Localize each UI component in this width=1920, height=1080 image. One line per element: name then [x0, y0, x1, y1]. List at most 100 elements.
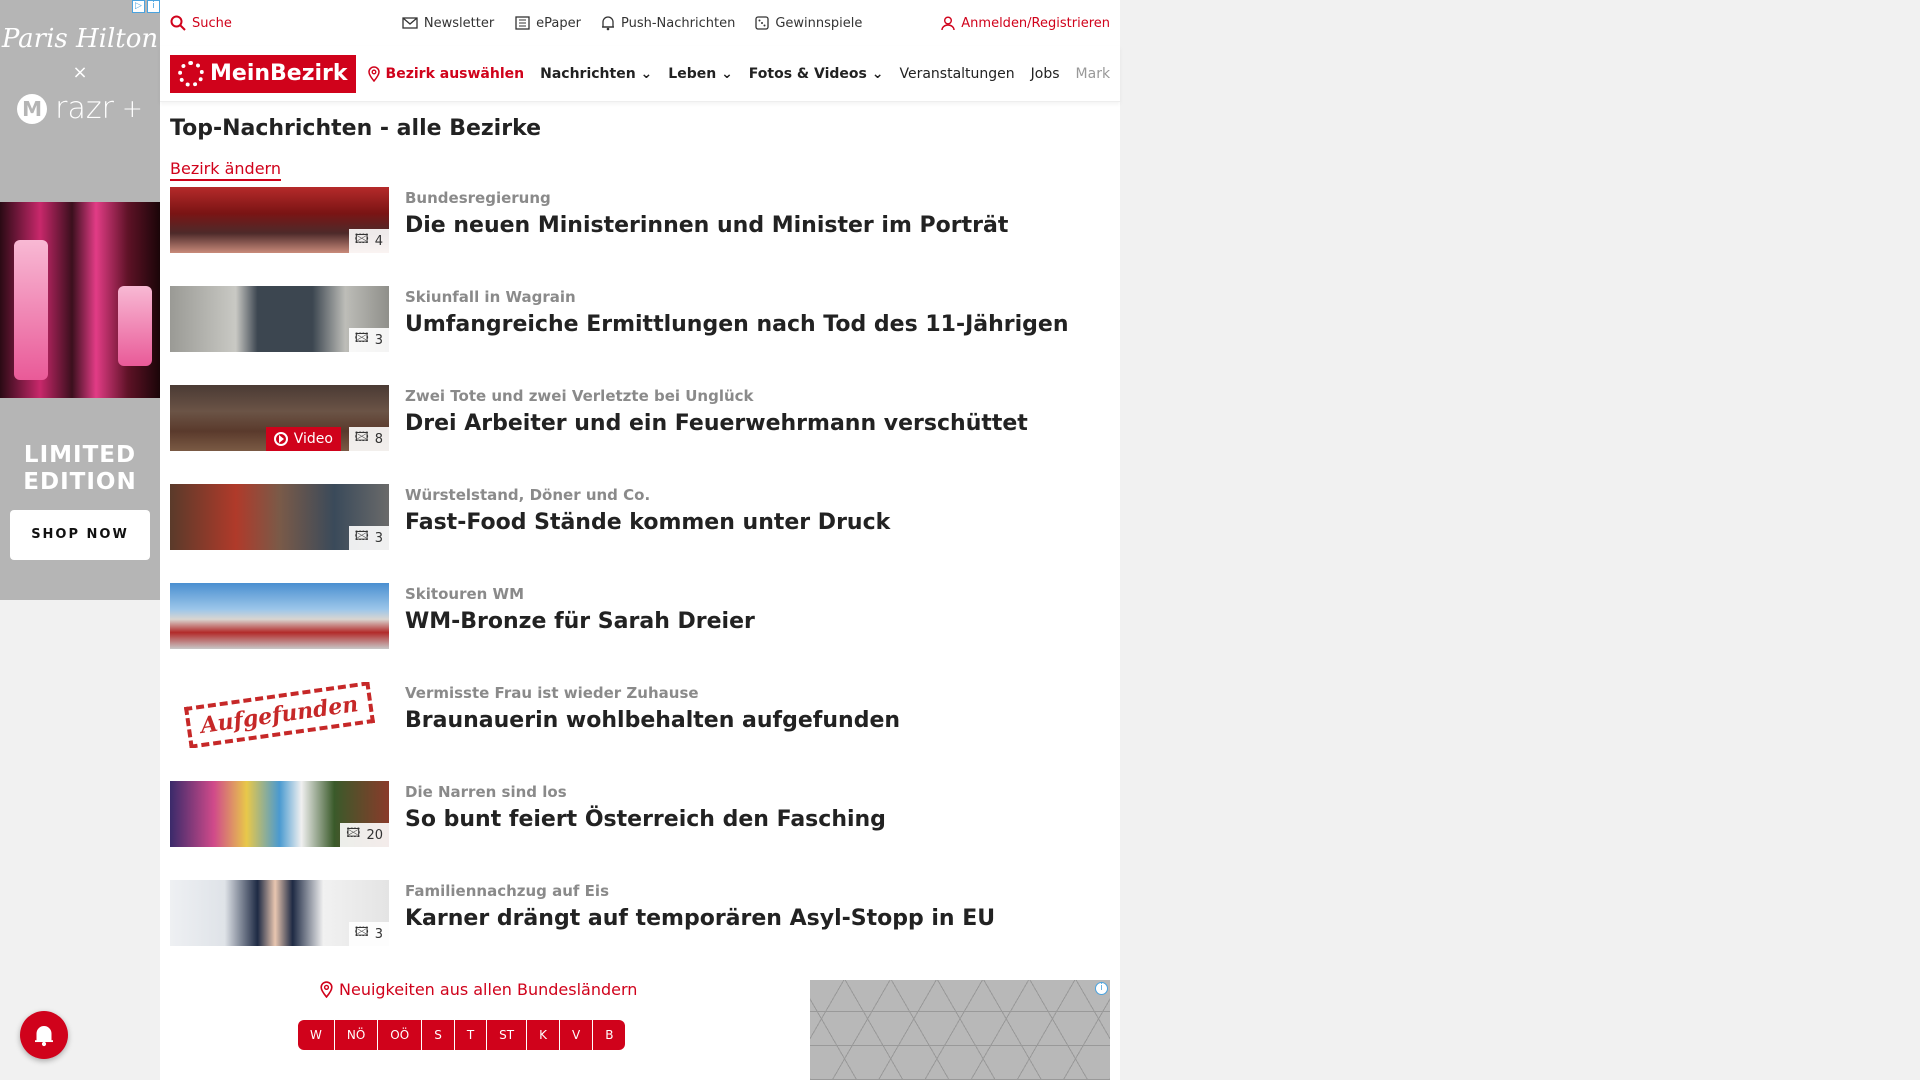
- article-thumbnail[interactable]: Video 🖾 8: [170, 385, 389, 451]
- newsletter-label: Newsletter: [423, 15, 495, 31]
- article-item[interactable]: Aufgefunden Vermisste Frau ist wieder Zu…: [170, 682, 1110, 781]
- page-title: Top-Nachrichten - alle Bezirke: [170, 116, 542, 141]
- article-thumbnail[interactable]: 🖾 20: [170, 781, 389, 847]
- ad-pattern: [810, 980, 1110, 1080]
- login-link[interactable]: Anmelden/Registrieren: [941, 16, 1110, 31]
- ad-info-icon[interactable]: i: [147, 0, 160, 13]
- bezirk-select-button[interactable]: Bezirk auswählen: [367, 65, 525, 82]
- push-link[interactable]: Push-Nachrichten: [601, 15, 735, 31]
- article-kicker: Familiennachzug auf Eis: [405, 882, 610, 900]
- article-headline[interactable]: Karner drängt auf temporären Asyl-Stopp …: [405, 906, 995, 931]
- bezirk-select-label: Bezirk auswählen: [385, 65, 525, 82]
- newsletter-link[interactable]: Newsletter: [402, 15, 494, 31]
- image-count: 8: [374, 431, 383, 447]
- article-item[interactable]: Skitouren WM WM-Bronze für Sarah Dreier: [170, 583, 1110, 682]
- article-thumbnail[interactable]: Aufgefunden: [170, 682, 389, 748]
- article-kicker: Zwei Tote und zwei Verletzte bei Unglück: [405, 387, 754, 405]
- bundeslaender-label: Neuigkeiten aus allen Bundesländern: [339, 980, 638, 999]
- nav-item-veranstaltungen[interactable]: Veranstaltungen: [899, 66, 1014, 82]
- article-item[interactable]: 🖾 4 Bundesregierung Die neuen Ministerinn…: [170, 187, 1110, 286]
- article-item[interactable]: 🖾 3 Würstelstand, Döner und Co. Fast-Food…: [170, 484, 1110, 583]
- article-kicker: Die Narren sind los: [405, 783, 567, 801]
- logo-text: MeinBezirk: [210, 61, 348, 86]
- state-button-ooe[interactable]: OÖ: [378, 1020, 423, 1050]
- article-kicker: Skitouren WM: [405, 585, 525, 603]
- ad-choices[interactable]: ▷ i: [132, 0, 160, 13]
- gallery-icon: 🖾: [354, 430, 369, 445]
- state-button-b[interactable]: B: [593, 1020, 626, 1050]
- article-thumbnail[interactable]: 🖾 3: [170, 880, 389, 946]
- search-button[interactable]: Suche: [170, 15, 232, 31]
- article-item[interactable]: Video 🖾 8 Zwei Tote und zwei Verletzte be…: [170, 385, 1110, 484]
- video-label: Video: [293, 431, 333, 447]
- site-logo[interactable]: MeinBezirk: [170, 54, 356, 93]
- article-item[interactable]: 🖾 3 Skiunfall in Wagrain Umfangreiche Erm…: [170, 286, 1110, 385]
- ad-choices-icon[interactable]: ▷: [132, 0, 145, 13]
- change-bezirk-link[interactable]: Bezirk ändern: [170, 159, 281, 181]
- newspaper-icon: [515, 16, 530, 30]
- gewinnspiele-link[interactable]: Gewinnspiele: [755, 15, 862, 31]
- video-badge: Video: [265, 427, 341, 451]
- nav-label: Fotos & Videos: [748, 65, 867, 82]
- article-headline[interactable]: WM-Bronze für Sarah Dreier: [405, 609, 755, 634]
- epaper-link[interactable]: ePaper: [514, 15, 581, 31]
- image-count-badge: 🖾 3: [348, 526, 389, 550]
- article-item[interactable]: 🖾 3 Familiennachzug auf Eis Karner drängt…: [170, 880, 1110, 979]
- article-thumbnail[interactable]: 🖾 3: [170, 286, 389, 352]
- left-ad[interactable]: ▷ i Paris Hilton × M razr + LIMITED EDITIO…: [0, 0, 160, 600]
- main-column: Suche Newsletter ePaper Push-Nachrichten…: [160, 0, 1120, 1080]
- state-button-noe[interactable]: NÖ: [334, 1020, 379, 1050]
- ad-info-icon[interactable]: i: [1095, 982, 1108, 995]
- right-ad[interactable]: i: [810, 980, 1110, 1080]
- image-count: 20: [366, 827, 383, 843]
- article-thumbnail[interactable]: [170, 583, 389, 649]
- article-headline[interactable]: Die neuen Ministerinnen und Minister im …: [405, 213, 1008, 238]
- nav-item-fotos-videos[interactable]: Fotos & Videos ⌄: [749, 66, 884, 82]
- logo-sun-icon: [178, 60, 204, 87]
- chevron-down-icon: ⌄: [721, 65, 733, 82]
- image-count-badge: 🖾 4: [348, 229, 389, 253]
- location-pin-icon: [320, 981, 333, 998]
- article-kicker: Bundesregierung: [405, 189, 551, 207]
- article-thumbnail[interactable]: 🖾 3: [170, 484, 389, 550]
- image-count-badge: 🖾 20: [340, 823, 389, 847]
- image-count: 4: [374, 233, 383, 249]
- gallery-icon: 🖾: [354, 529, 369, 544]
- image-count-badge: 🖾 8: [348, 427, 389, 451]
- ad-top-panel: ▷ i Paris Hilton × M razr +: [0, 0, 160, 202]
- gallery-icon: 🖾: [346, 826, 361, 841]
- gallery-icon: 🖾: [354, 232, 369, 247]
- nav-item-leben[interactable]: Leben ⌄: [668, 66, 733, 82]
- chevron-down-icon: ⌄: [871, 65, 884, 82]
- article-thumbnail[interactable]: 🖾 4: [170, 187, 389, 253]
- search-icon: [170, 15, 186, 31]
- login-label: Anmelden/Registrieren: [961, 15, 1110, 31]
- ad-brand: M razr +: [0, 91, 160, 126]
- nav-item-marktplatz[interactable]: Marktplatz: [1076, 66, 1110, 82]
- utility-bar: Suche Newsletter ePaper Push-Nachrichten…: [160, 0, 1120, 46]
- article-headline[interactable]: Drei Arbeiter und ein Feuerwehrmann vers…: [405, 411, 1028, 436]
- nav-item-jobs[interactable]: Jobs: [1031, 66, 1060, 82]
- user-icon: [941, 16, 955, 30]
- image-count-badge: 🖾 3: [348, 328, 389, 352]
- bundeslaender-heading[interactable]: Neuigkeiten aus allen Bundesländern: [320, 980, 637, 999]
- nav-item-nachrichten[interactable]: Nachrichten ⌄: [540, 66, 652, 82]
- state-button-k[interactable]: K: [527, 1020, 560, 1050]
- article-headline[interactable]: Fast-Food Stände kommen unter Druck: [405, 510, 890, 535]
- state-button-st[interactable]: ST: [487, 1020, 528, 1050]
- content-area: Top-Nachrichten - alle Bezirke Bezirk än…: [160, 102, 1120, 979]
- state-button-v[interactable]: V: [559, 1020, 594, 1050]
- epaper-label: ePaper: [536, 15, 581, 31]
- article-headline[interactable]: So bunt feiert Österreich den Fasching: [405, 807, 886, 832]
- image-count: 3: [374, 530, 383, 546]
- state-button-s[interactable]: S: [422, 1020, 455, 1050]
- state-button-w[interactable]: W: [298, 1020, 335, 1050]
- article-item[interactable]: 🖾 20 Die Narren sind los So bunt feiert Ö…: [170, 781, 1110, 880]
- article-headline[interactable]: Umfangreiche Ermittlungen nach Tod des 1…: [405, 312, 1069, 337]
- article-headline[interactable]: Braunauerin wohlbehalten aufgefunden: [405, 708, 900, 733]
- ad-shop-button[interactable]: SHOP NOW: [10, 510, 150, 560]
- ad-phones-image: [0, 202, 160, 398]
- image-count-badge: 🖾 3: [348, 922, 389, 946]
- state-button-t[interactable]: T: [454, 1020, 488, 1050]
- notification-bell-button[interactable]: [20, 1011, 68, 1059]
